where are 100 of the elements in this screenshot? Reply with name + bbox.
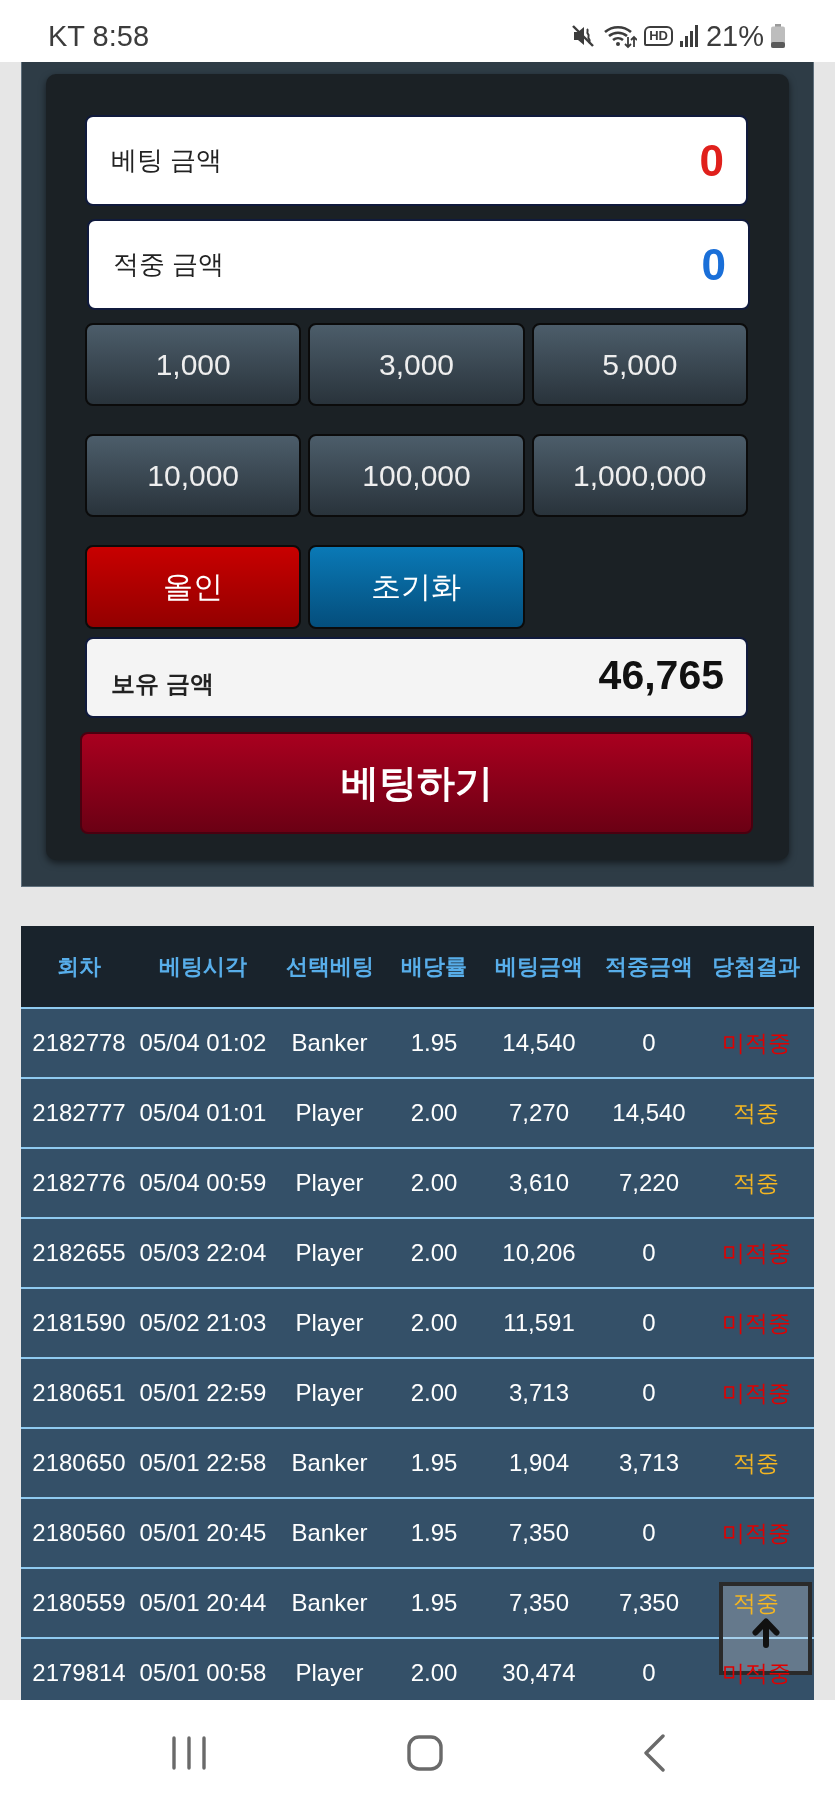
- table-cell-text: Banker: [290, 1519, 369, 1547]
- signal-icon: [679, 25, 699, 47]
- bet-amount-value: 0: [699, 135, 724, 186]
- result-cell-text: 적중: [733, 1168, 779, 1198]
- table-cell-text: 2180650: [31, 1449, 127, 1477]
- table-cell-text: 0: [641, 1029, 657, 1057]
- table-cell-text: 0: [641, 1309, 657, 1337]
- table-cell-text: 1,904: [507, 1449, 571, 1477]
- back-icon[interactable]: [642, 1734, 665, 1772]
- table-cell-text: 7,270: [507, 1099, 571, 1127]
- table-cell-text: 05/04 00:59: [138, 1169, 268, 1197]
- result-cell-text: 미적중: [721, 1238, 791, 1268]
- chip-amount-button[interactable]: 1,000: [85, 323, 302, 406]
- table-cell-text: 7,220: [617, 1169, 681, 1197]
- table-cell-text: 2.00: [409, 1169, 459, 1197]
- column-header: 베팅시각: [158, 952, 248, 981]
- table-cell-text: 0: [641, 1379, 657, 1407]
- result-cell-text: 미적중: [721, 1028, 791, 1058]
- table-cell-text: Player: [294, 1169, 365, 1197]
- balance-label: 보유 금액: [111, 668, 214, 699]
- table-cell-text: Player: [294, 1309, 365, 1337]
- table-cell-text: 05/04 01:02: [138, 1029, 268, 1057]
- table-cell-text: 2.00: [409, 1309, 459, 1337]
- column-header: 회차: [56, 952, 102, 981]
- column-header: 배당률: [400, 952, 468, 981]
- table-cell-text: 2182776: [31, 1169, 127, 1197]
- place-bet-button[interactable]: 베팅하기: [80, 732, 753, 834]
- result-cell-text: 적중: [733, 1448, 779, 1478]
- chip-amount-button[interactable]: 1,000,000: [531, 434, 748, 517]
- table-cell-text: 2181590: [31, 1309, 127, 1337]
- table-cell-text: Banker: [290, 1589, 369, 1617]
- bet-amount-label: 베팅 금액: [111, 144, 223, 177]
- table-cell-text: 7,350: [507, 1519, 571, 1547]
- result-cell-text: 미적중: [721, 1518, 791, 1548]
- column-header: 적중금액: [604, 952, 694, 981]
- table-cell-text: 10,206: [501, 1239, 577, 1267]
- table-cell-text: 05/01 20:44: [138, 1589, 268, 1617]
- table-cell-text: 14,540: [611, 1099, 687, 1127]
- table-cell-text: 05/01 20:45: [138, 1519, 268, 1547]
- table-cell-text: Banker: [290, 1449, 369, 1477]
- chip-amount-button[interactable]: 10,000: [85, 434, 302, 517]
- table-cell-text: 05/01 22:58: [138, 1449, 268, 1477]
- table-cell-text: 3,713: [617, 1449, 681, 1477]
- table-cell-text: Player: [294, 1659, 365, 1687]
- table-cell-text: 05/01 22:59: [138, 1379, 268, 1407]
- table-cell-text: 2.00: [409, 1659, 459, 1687]
- reset-button[interactable]: 초기화: [308, 545, 525, 629]
- table-cell-text: 2180559: [31, 1589, 127, 1617]
- home-icon[interactable]: [406, 1735, 443, 1771]
- column-header: 베팅금액: [494, 952, 584, 981]
- table-cell-text: 2180560: [31, 1519, 127, 1547]
- column-header: 선택베팅: [284, 952, 375, 981]
- result-cell-text: 미적중: [721, 1378, 791, 1408]
- battery-percent: 21%: [705, 19, 764, 53]
- column-header: 당첨결과: [711, 952, 801, 981]
- table-cell-text: Player: [294, 1099, 365, 1127]
- result-cell-text: 미적중: [721, 1658, 791, 1688]
- all-in-button[interactable]: 올인: [85, 545, 302, 629]
- table-cell-text: Banker: [290, 1029, 369, 1057]
- result-cell-text: 미적중: [721, 1308, 791, 1338]
- result-cell-text: 적중: [733, 1098, 779, 1128]
- table-cell-text: Player: [294, 1239, 365, 1267]
- table-cell-text: 1.95: [409, 1589, 459, 1617]
- table-cell-text: 2.00: [409, 1099, 459, 1127]
- carrier-time: KT 8:58: [48, 19, 150, 53]
- table-cell-text: 05/02 21:03: [138, 1309, 268, 1337]
- table-cell-text: 05/04 01:01: [138, 1099, 268, 1127]
- table-cell-text: 7,350: [617, 1589, 681, 1617]
- table-cell-text: 14,540: [501, 1029, 577, 1057]
- balance-value: 46,765: [598, 652, 724, 699]
- table-cell-text: 7,350: [507, 1589, 571, 1617]
- hd-indicator: HD: [644, 26, 673, 46]
- table-cell-text: 05/03 22:04: [138, 1239, 268, 1267]
- wifi-icon: [603, 23, 638, 49]
- table-cell-text: 2.00: [409, 1379, 459, 1407]
- table-cell-text: 2182655: [31, 1239, 127, 1267]
- chip-amount-button[interactable]: 100,000: [308, 434, 525, 517]
- table-cell-text: 05/01 00:58: [138, 1659, 268, 1687]
- table-cell-text: 30,474: [501, 1659, 577, 1687]
- result-cell-text: 적중: [733, 1588, 779, 1618]
- table-cell-text: 3,610: [507, 1169, 571, 1197]
- table-cell-text: 11,591: [502, 1309, 576, 1337]
- win-amount-label: 적중 금액: [113, 248, 225, 281]
- battery-icon: [771, 24, 785, 48]
- table-cell-text: 2.00: [409, 1239, 459, 1267]
- table-cell-text: 0: [641, 1239, 657, 1267]
- table-cell-text: 1.95: [409, 1029, 459, 1057]
- chip-amount-button[interactable]: 5,000: [531, 323, 748, 406]
- table-cell-text: Player: [294, 1379, 365, 1407]
- recents-icon[interactable]: [170, 1736, 207, 1770]
- table-cell-text: 0: [641, 1659, 657, 1687]
- table-cell-text: 2180651: [31, 1379, 127, 1407]
- up-arrow-icon: [751, 1617, 780, 1648]
- chip-amount-button[interactable]: 3,000: [308, 323, 525, 406]
- table-cell-text: 1.95: [409, 1449, 459, 1477]
- table-cell-text: 1.95: [409, 1519, 459, 1547]
- table-cell-text: 3,713: [507, 1379, 571, 1407]
- table-cell-text: 2182777: [31, 1099, 127, 1127]
- win-amount-value: 0: [701, 239, 726, 290]
- table-cell-text: 0: [641, 1519, 657, 1547]
